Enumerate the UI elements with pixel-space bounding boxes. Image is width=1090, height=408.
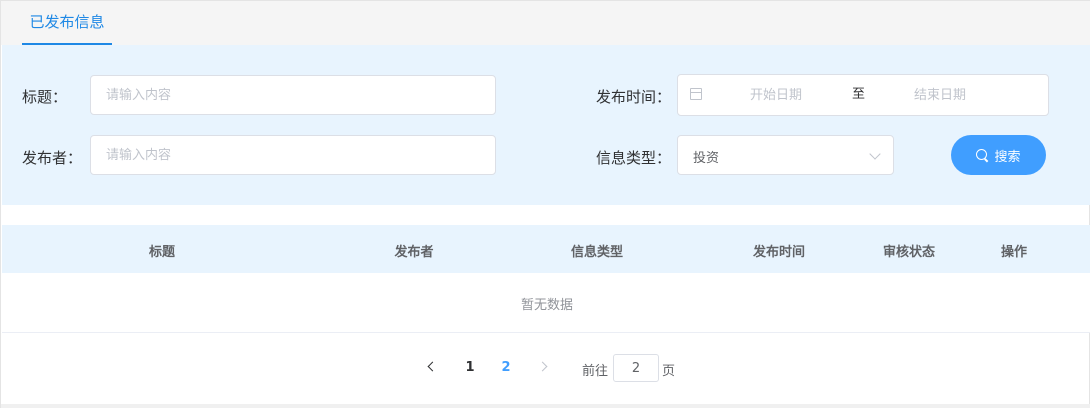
prev-page-icon[interactable] bbox=[427, 361, 438, 372]
info-type-value: 投资 bbox=[693, 151, 720, 166]
tab-published-info[interactable]: 已发布信息 bbox=[22, 1, 112, 45]
table-header: 标题 发布者 信息类型 发布时间 审核状态 操作 bbox=[2, 225, 1090, 273]
calendar-icon bbox=[690, 88, 702, 100]
publish-time-label: 发布时间： bbox=[596, 88, 672, 106]
column-header-title[interactable]: 标题 bbox=[149, 241, 175, 260]
page-number-2[interactable]: 2 bbox=[501, 360, 510, 375]
column-header-publish-time[interactable]: 发布时间 bbox=[753, 241, 805, 260]
publisher-input[interactable] bbox=[90, 135, 496, 175]
next-page-icon[interactable] bbox=[537, 361, 548, 372]
info-type-select[interactable]: 投资 bbox=[677, 135, 894, 175]
title-input[interactable] bbox=[90, 75, 496, 115]
page-frame: 已发布信息 标题： 发布者： 发布时间： 至 信息类型： 投资 搜索 标题 发布… bbox=[0, 0, 1090, 408]
goto-page-input[interactable] bbox=[613, 354, 659, 382]
chevron-down-icon bbox=[869, 148, 881, 160]
search-button-label: 搜索 bbox=[994, 149, 1021, 165]
tab-bar: 已发布信息 bbox=[1, 1, 1090, 45]
start-date-input[interactable] bbox=[716, 85, 836, 105]
publisher-label: 发布者： bbox=[22, 149, 83, 167]
bottom-divider bbox=[1, 404, 1090, 408]
empty-state-text: 暂无数据 bbox=[520, 298, 574, 313]
column-header-review-status[interactable]: 审核状态 bbox=[883, 241, 935, 260]
date-range-picker[interactable]: 至 bbox=[677, 74, 1049, 116]
date-range-separator: 至 bbox=[852, 87, 866, 102]
filter-panel: 标题： 发布者： 发布时间： 至 信息类型： 投资 搜索 bbox=[2, 45, 1090, 205]
goto-prefix: 前往 bbox=[582, 364, 609, 379]
page-number-1[interactable]: 1 bbox=[465, 360, 474, 375]
search-button[interactable]: 搜索 bbox=[951, 135, 1046, 175]
column-header-actions[interactable]: 操作 bbox=[1001, 241, 1027, 260]
column-header-info-type[interactable]: 信息类型 bbox=[571, 241, 623, 260]
search-icon bbox=[976, 149, 988, 161]
table-body: 暂无数据 bbox=[2, 273, 1090, 333]
title-label: 标题： bbox=[22, 88, 68, 106]
info-type-label: 信息类型： bbox=[596, 149, 672, 167]
end-date-input[interactable] bbox=[880, 85, 1000, 105]
column-header-publisher[interactable]: 发布者 bbox=[394, 241, 433, 260]
pagination: 1 2 前往 页 bbox=[1, 341, 1090, 397]
goto-suffix: 页 bbox=[662, 364, 676, 379]
